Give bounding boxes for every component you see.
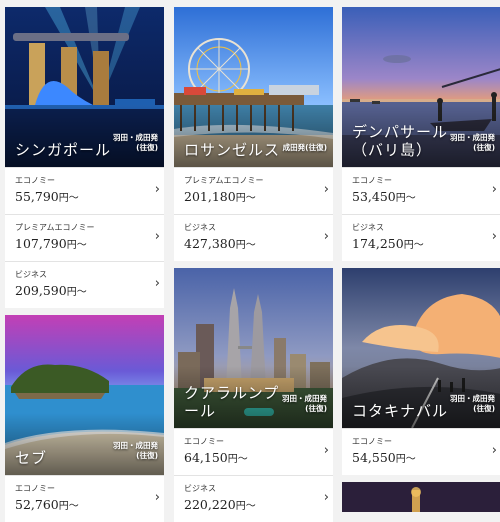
departure-airports: 羽田・成田発(往復)	[450, 394, 495, 413]
fare-row-economy[interactable]: エコノミー 64,150円〜 ›	[174, 428, 333, 475]
chevron-right-icon: ›	[154, 276, 160, 291]
fare-row-economy[interactable]: エコノミー 52,760円〜 ›	[5, 475, 164, 522]
fare-price: 54,550円〜	[352, 450, 416, 465]
fare-row-economy[interactable]: エコノミー 53,450円〜 ›	[342, 167, 500, 214]
fare-price: 53,450円〜	[352, 189, 416, 204]
destination-photo[interactable]: デンパサール（バリ島） 羽田・成田発(往復)	[342, 7, 500, 167]
fare-price: 52,760円〜	[15, 497, 79, 512]
fare-class: エコノミー	[352, 176, 392, 185]
chevron-right-icon: ›	[323, 443, 329, 458]
destination-name: コタキナバル	[352, 402, 449, 420]
chevron-right-icon: ›	[491, 182, 497, 197]
fare-price: 107,790円〜	[15, 236, 87, 251]
fare-class: ビジネス	[184, 484, 216, 493]
fare-row-premium-economy[interactable]: プレミアムエコノミー 107,790円〜 ›	[5, 214, 164, 261]
fare-price: 55,790円〜	[15, 189, 79, 204]
destination-photo[interactable]: ロサンゼルス 成田発(往復)	[174, 7, 333, 167]
chevron-right-icon: ›	[154, 229, 160, 244]
departure-airports: 成田発(往復)	[282, 143, 327, 152]
fare-class: エコノミー	[352, 437, 392, 446]
destination-card-denpasar[interactable]: デンパサール（バリ島） 羽田・成田発(往復) エコノミー 53,450円〜 › …	[342, 7, 500, 261]
fare-price: 201,180円〜	[184, 189, 256, 204]
fare-class: ビジネス	[184, 223, 216, 232]
fare-row-economy[interactable]: エコノミー 54,550円〜 ›	[342, 428, 500, 475]
destination-photo[interactable]: シンガポール 羽田・成田発(往復)	[5, 7, 164, 167]
destination-card-kota-kinabalu[interactable]: コタキナバル 羽田・成田発(往復) エコノミー 54,550円〜 ›	[342, 268, 500, 475]
fare-class: エコノミー	[15, 484, 55, 493]
destination-card-los-angeles[interactable]: ロサンゼルス 成田発(往復) プレミアムエコノミー 201,180円〜 › ビジ…	[174, 7, 333, 261]
destination-card-singapore[interactable]: シンガポール 羽田・成田発(往復) エコノミー 55,790円〜 › プレミアム…	[5, 7, 164, 308]
fare-row-premium-economy[interactable]: プレミアムエコノミー 201,180円〜 ›	[174, 167, 333, 214]
destination-photo[interactable]: セブ 羽田・成田発(往復)	[5, 315, 164, 475]
destination-name: クアラルンプール	[184, 384, 280, 420]
fare-price: 174,250円〜	[352, 236, 424, 251]
destination-name: シンガポール	[15, 141, 112, 159]
chevron-right-icon: ›	[154, 182, 160, 197]
chevron-right-icon: ›	[323, 229, 329, 244]
departure-airports: 羽田・成田発(往復)	[282, 394, 327, 413]
departure-airports: 羽田・成田発(往復)	[113, 441, 158, 460]
fare-row-business[interactable]: ビジネス 174,250円〜 ›	[342, 214, 500, 261]
fare-price: 220,220円〜	[184, 497, 256, 512]
chevron-right-icon: ›	[323, 182, 329, 197]
destination-photo-next	[342, 482, 500, 512]
fare-price: 209,590円〜	[15, 283, 87, 298]
chevron-right-icon: ›	[323, 490, 329, 505]
chevron-right-icon: ›	[491, 229, 497, 244]
destination-card-next[interactable]	[342, 482, 500, 512]
destination-name: セブ	[15, 449, 48, 467]
destination-name: ロサンゼルス	[184, 141, 281, 159]
fare-class: エコノミー	[184, 437, 224, 446]
fare-class: プレミアムエコノミー	[184, 176, 264, 185]
fare-price: 64,150円〜	[184, 450, 248, 465]
departure-airports: 羽田・成田発(往復)	[113, 133, 158, 152]
fare-class: ビジネス	[352, 223, 384, 232]
fare-class: プレミアムエコノミー	[15, 223, 95, 232]
fare-price: 427,380円〜	[184, 236, 256, 251]
destination-card-kuala-lumpur[interactable]: クアラルンプール 羽田・成田発(往復) エコノミー 64,150円〜 › ビジネ…	[174, 268, 333, 522]
destination-photo[interactable]: クアラルンプール 羽田・成田発(往復)	[174, 268, 333, 428]
fare-row-business[interactable]: ビジネス 220,220円〜 ›	[174, 475, 333, 522]
destination-name: デンパサール（バリ島）	[352, 123, 449, 159]
fare-row-business[interactable]: ビジネス 209,590円〜 ›	[5, 261, 164, 308]
destination-photo[interactable]: コタキナバル 羽田・成田発(往復)	[342, 268, 500, 428]
fare-class: エコノミー	[15, 176, 55, 185]
fare-row-economy[interactable]: エコノミー 55,790円〜 ›	[5, 167, 164, 214]
fare-row-business[interactable]: ビジネス 427,380円〜 ›	[174, 214, 333, 261]
chevron-right-icon: ›	[154, 490, 160, 505]
destination-card-cebu[interactable]: セブ 羽田・成田発(往復) エコノミー 52,760円〜 ›	[5, 315, 164, 522]
fare-class: ビジネス	[15, 270, 47, 279]
chevron-right-icon: ›	[491, 443, 497, 458]
departure-airports: 羽田・成田発(往復)	[450, 133, 495, 152]
